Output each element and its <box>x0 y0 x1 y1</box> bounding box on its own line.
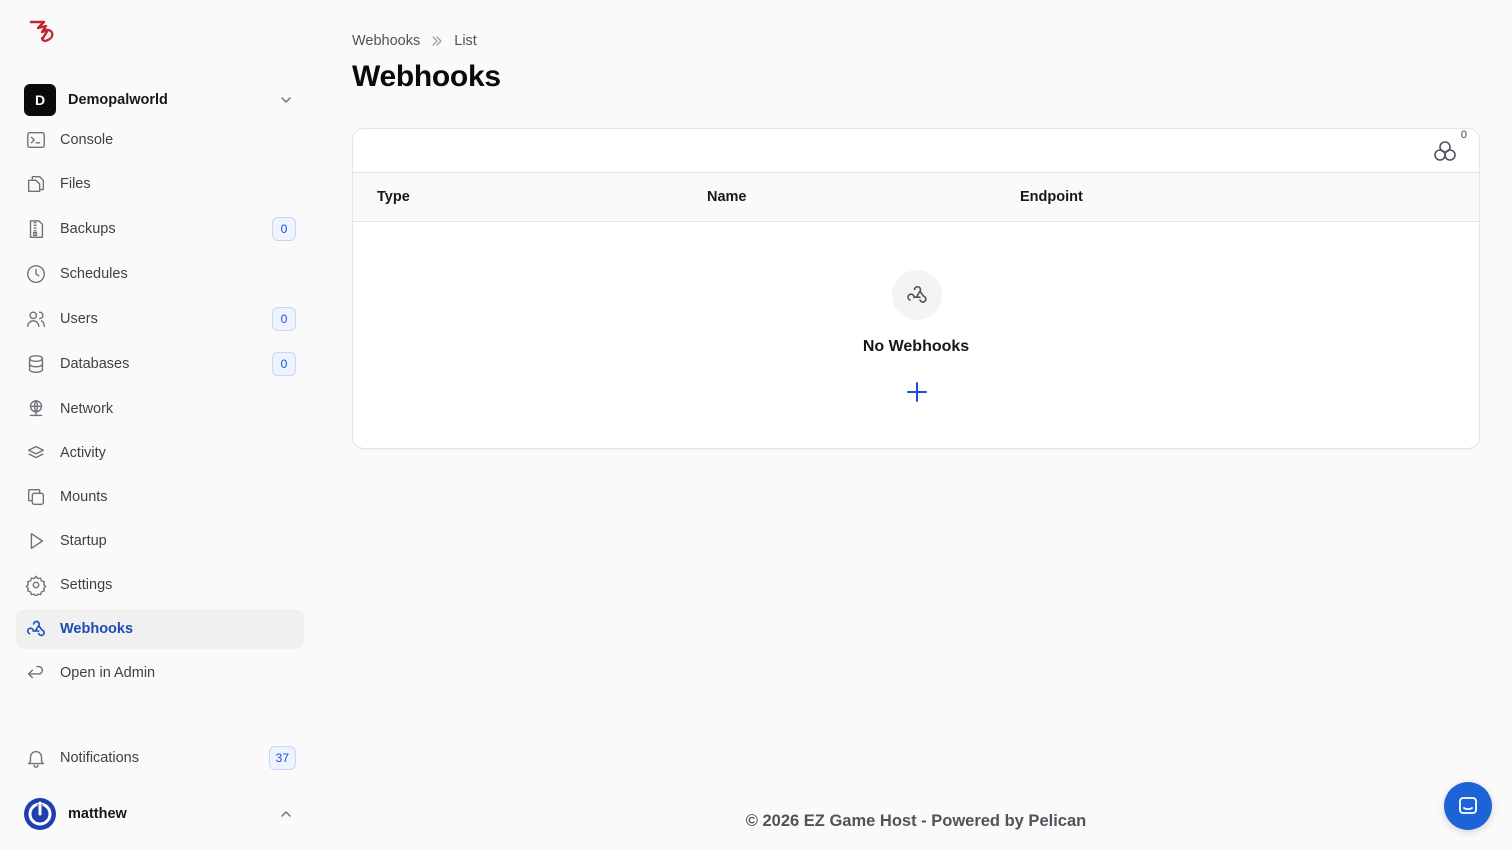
sidebar-item-backups[interactable]: Backups 0 <box>16 209 304 249</box>
sidebar-item-files[interactable]: Files <box>16 164 304 204</box>
circles-icon <box>1434 141 1456 161</box>
sidebar: D Demopalworld Console Files Backups 0 S… <box>0 0 320 850</box>
webhook-icon <box>24 617 48 641</box>
page-title: Webhooks <box>352 60 501 93</box>
webhooks-table: 0 Type Name Endpoint No Webhooks <box>352 128 1480 449</box>
empty-state-icon-wrap <box>892 270 942 320</box>
database-icon <box>24 352 48 376</box>
breadcrumb: Webhooks List <box>352 33 477 49</box>
sidebar-item-label: Notifications <box>60 750 139 766</box>
server-name: Demopalworld <box>68 92 168 108</box>
network-icon <box>24 397 48 421</box>
sidebar-item-open-in-admin[interactable]: Open in Admin <box>16 653 304 693</box>
server-selector[interactable]: D Demopalworld <box>24 84 304 116</box>
column-header-type: Type <box>377 189 410 205</box>
empty-state: No Webhooks <box>353 222 1479 448</box>
sidebar-item-console[interactable]: Console <box>16 120 304 160</box>
users-count-badge: 0 <box>272 307 296 331</box>
sidebar-item-label: Users <box>60 311 98 327</box>
sidebar-item-label: Databases <box>60 356 130 372</box>
files-icon <box>24 172 48 196</box>
sidebar-item-settings[interactable]: Settings <box>16 565 304 605</box>
user-menu[interactable]: matthew <box>24 797 304 831</box>
sidebar-item-users[interactable]: Users 0 <box>16 299 304 339</box>
sidebar-item-label: Schedules <box>60 266 128 282</box>
sidebar-item-schedules[interactable]: Schedules <box>16 254 304 294</box>
brand-logo[interactable] <box>28 18 60 46</box>
column-header-name: Name <box>707 189 747 205</box>
clock-icon <box>24 262 48 286</box>
sidebar-item-label: Activity <box>60 445 106 461</box>
sidebar-item-label: Webhooks <box>60 621 134 637</box>
chat-icon <box>1459 797 1477 814</box>
sidebar-item-label: Mounts <box>60 489 108 505</box>
layers-icon <box>24 485 48 509</box>
table-toolbar: 0 <box>353 129 1479 173</box>
sidebar-item-startup[interactable]: Startup <box>16 521 304 561</box>
gear-icon <box>24 573 48 597</box>
sidebar-item-mounts[interactable]: Mounts <box>16 477 304 517</box>
notifications-count-badge: 37 <box>268 746 296 770</box>
sidebar-item-label: Startup <box>60 533 107 549</box>
sidebar-item-databases[interactable]: Databases 0 <box>16 344 304 384</box>
webhook-icon <box>907 286 927 303</box>
sidebar-item-label: Console <box>60 132 114 148</box>
arrow-back-icon <box>24 661 48 685</box>
empty-state-title: No Webhooks <box>862 338 970 355</box>
sidebar-item-label: Open in Admin <box>60 665 156 681</box>
chevron-double-right-icon <box>432 36 442 46</box>
sidebar-item-label: Network <box>60 401 114 417</box>
table-header: Type Name Endpoint <box>353 173 1479 222</box>
server-avatar: D <box>24 84 56 116</box>
sidebar-item-webhooks[interactable]: Webhooks <box>16 609 304 649</box>
bell-icon <box>24 746 48 770</box>
file-zip-icon <box>24 217 48 241</box>
column-toggle-count: 0 <box>1460 129 1467 141</box>
play-icon <box>24 529 48 553</box>
backups-count-badge: 0 <box>272 217 296 241</box>
sidebar-item-notifications[interactable]: Notifications 37 <box>16 738 304 778</box>
avatar <box>24 798 56 830</box>
terminal-icon <box>24 128 48 152</box>
plus-icon <box>907 382 927 402</box>
sidebar-item-label: Backups <box>60 221 116 237</box>
column-header-endpoint: Endpoint <box>1020 189 1083 205</box>
sidebar-item-network[interactable]: Network <box>16 389 304 429</box>
databases-count-badge: 0 <box>272 352 296 376</box>
column-toggle-button[interactable] <box>1431 137 1459 165</box>
sidebar-item-activity[interactable]: Activity <box>16 433 304 473</box>
chat-support-button[interactable] <box>1444 782 1492 830</box>
stack-icon <box>24 441 48 465</box>
add-webhook-button[interactable] <box>905 380 929 404</box>
footer: © 2026 EZ Game Host - Powered by Pelican <box>745 812 1087 830</box>
sidebar-item-label: Settings <box>60 577 113 593</box>
breadcrumb-current: List <box>454 33 477 49</box>
chevron-down-icon <box>281 97 291 103</box>
breadcrumb-link-webhooks[interactable]: Webhooks <box>352 33 420 49</box>
chevron-up-icon <box>281 811 291 817</box>
user-name: matthew <box>68 806 127 822</box>
sidebar-item-label: Files <box>60 176 91 192</box>
users-icon <box>24 307 48 331</box>
